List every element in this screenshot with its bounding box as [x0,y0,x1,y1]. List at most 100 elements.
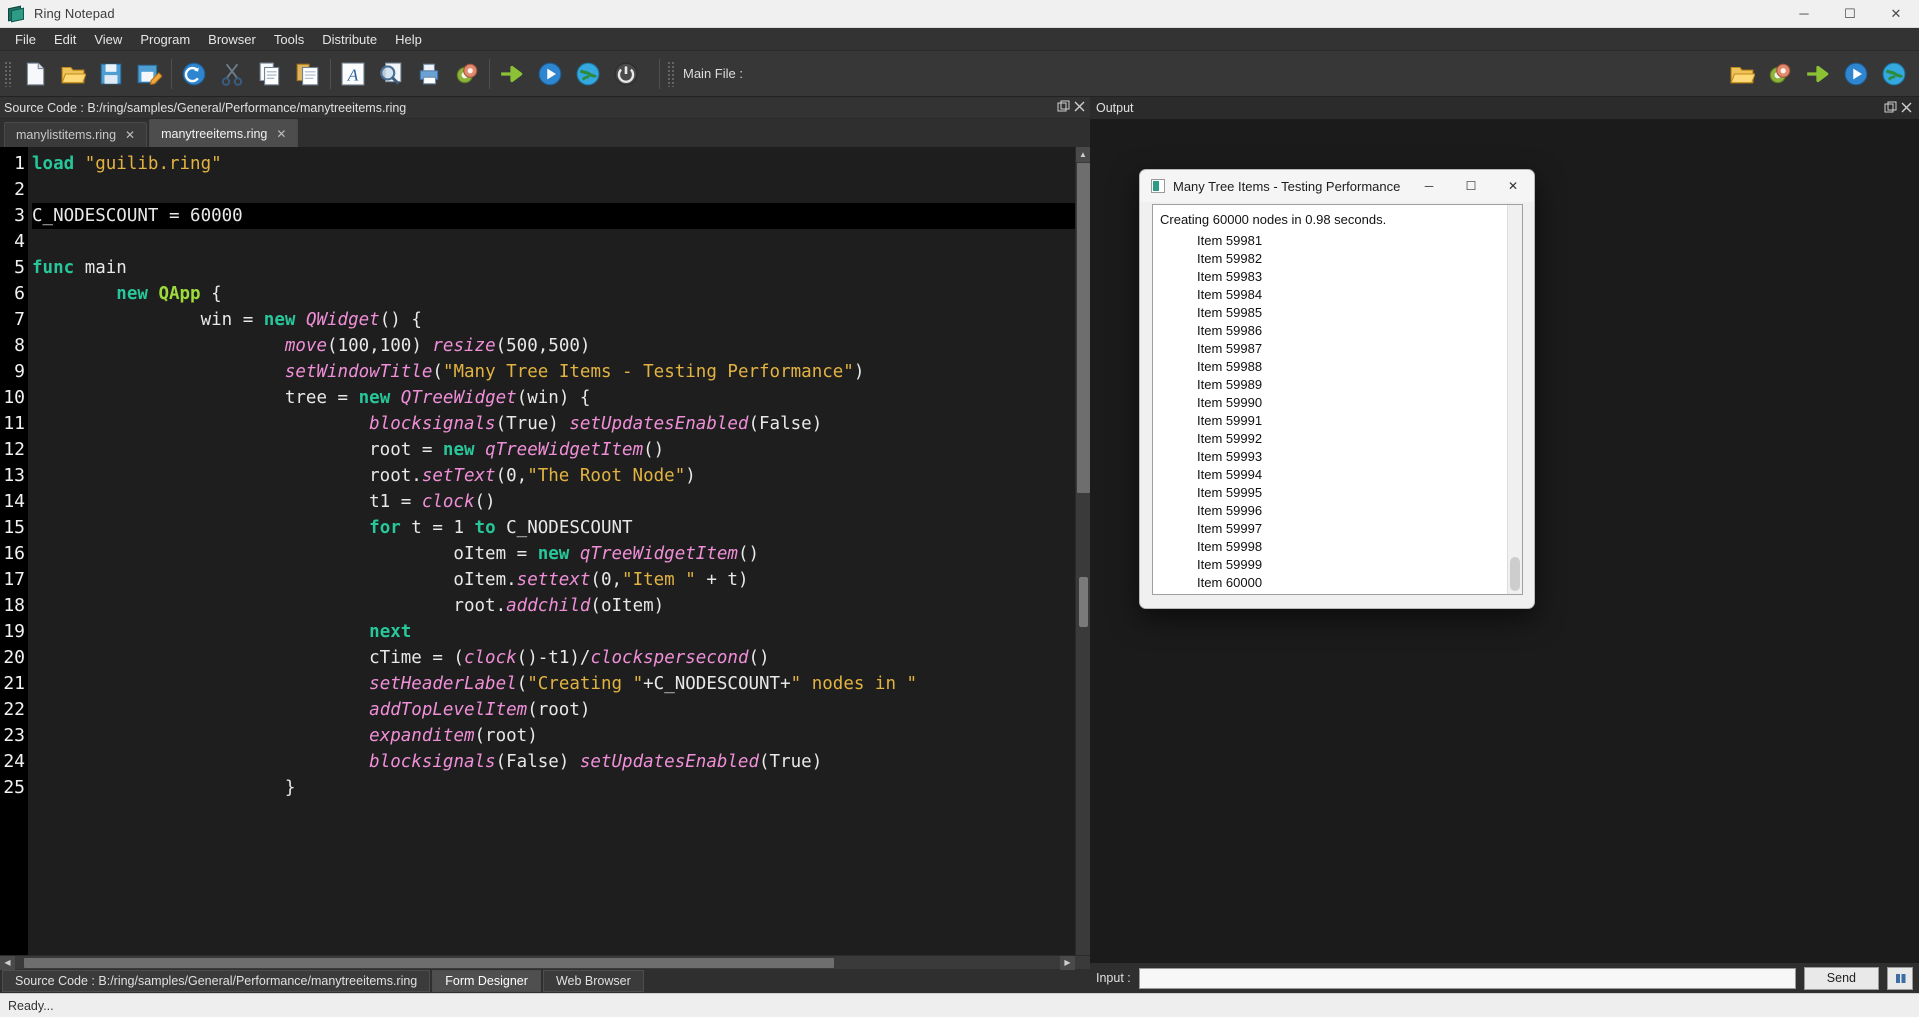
code-line[interactable]: func main [32,255,1090,281]
new-file-icon[interactable] [16,54,54,94]
code-line[interactable]: for t = 1 to C_NODESCOUNT [32,515,1090,541]
tree-item[interactable]: Item 59981 [1197,232,1522,250]
tree-item[interactable]: Item 59992 [1197,430,1522,448]
window-close-button[interactable]: ✕ [1873,0,1919,28]
menu-distribute[interactable]: Distribute [313,30,386,49]
save-icon[interactable] [92,54,130,94]
tree-item[interactable]: Item 59993 [1197,448,1522,466]
code-line[interactable]: new QApp { [32,281,1090,307]
scroll-left-arrow[interactable]: ◀ [0,955,15,970]
window-minimize-button[interactable]: ─ [1781,0,1827,28]
code-line[interactable]: win = new QWidget() { [32,307,1090,333]
settings-gear-icon[interactable] [1761,54,1799,94]
paste-icon[interactable] [289,54,327,94]
tree-item[interactable]: Item 59988 [1197,358,1522,376]
tree-item[interactable]: Item 59990 [1197,394,1522,412]
editor-tab-manylistitems[interactable]: manylistitems.ring ✕ [4,122,148,147]
tree-item[interactable]: Item 59999 [1197,556,1522,574]
scroll-right-arrow[interactable]: ▶ [1060,955,1075,970]
code-line[interactable]: tree = new QTreeWidget(win) { [32,385,1090,411]
tab-close-icon[interactable]: ✕ [125,129,135,141]
tree-vertical-scrollbar[interactable] [1507,205,1522,594]
code-line[interactable]: addTopLevelItem(root) [32,697,1090,723]
scroll-thumb[interactable] [1077,163,1090,493]
font-icon[interactable]: A [334,54,372,94]
close-pane-icon[interactable] [1073,100,1086,113]
toolbar-grip[interactable] [4,60,13,87]
tree-item[interactable]: Item 59983 [1197,268,1522,286]
bottom-tab-web-browser[interactable]: Web Browser [542,970,644,992]
scroll-thumb-secondary[interactable] [1079,577,1088,627]
cut-icon[interactable] [213,54,251,94]
menu-program[interactable]: Program [131,30,199,49]
code-text-area[interactable]: load "guilib.ring" C_NODESCOUNT = 60000 … [28,147,1090,955]
dialog-minimize-button[interactable]: ─ [1408,170,1450,202]
goto-arrow-icon[interactable] [1799,54,1837,94]
code-line[interactable]: setWindowTitle("Many Tree Items - Testin… [32,359,1090,385]
tree-item[interactable]: Item 59984 [1197,286,1522,304]
code-line[interactable]: next [32,619,1090,645]
tree-widget[interactable]: Creating 60000 nodes in 0.98 seconds. It… [1152,204,1523,595]
mainfile-grip[interactable] [667,60,676,87]
tree-item[interactable]: Item 59986 [1197,322,1522,340]
print-icon[interactable] [410,54,448,94]
code-line[interactable]: setHeaderLabel("Creating "+C_NODESCOUNT+… [32,671,1090,697]
hscroll-thumb[interactable] [24,958,834,968]
tree-item[interactable]: Item 59997 [1197,520,1522,538]
tree-item[interactable]: Item 59989 [1197,376,1522,394]
code-line[interactable] [32,177,1090,203]
code-editor[interactable]: 1 2 3 4 5 6 7 8 9 10 11 12 13 14 15 16 17 18 19 20 21 22 23 24 2… [0,147,1090,955]
power-icon[interactable] [607,54,645,94]
web-globe-icon[interactable] [1875,54,1913,94]
copy-icon[interactable] [251,54,289,94]
tree-item[interactable]: Item 59995 [1197,484,1522,502]
menu-view[interactable]: View [85,30,131,49]
menu-tools[interactable]: Tools [265,30,313,49]
settings-gear-icon[interactable] [448,54,486,94]
open-folder-icon[interactable] [1723,54,1761,94]
code-line[interactable]: root.addchild(oItem) [32,593,1090,619]
tree-item[interactable]: Item 59987 [1197,340,1522,358]
menu-edit[interactable]: Edit [45,30,85,49]
dialog-maximize-button[interactable]: ☐ [1450,170,1492,202]
many-tree-items-dialog[interactable]: Many Tree Items - Testing Performance ─ … [1139,169,1535,609]
code-line[interactable]: blocksignals(True) setUpdatesEnabled(Fal… [32,411,1090,437]
editor-horizontal-scrollbar[interactable]: ◀ ▶ [0,955,1090,970]
code-line[interactable]: cTime = (clock()-t1)/clockspersecond() [32,645,1090,671]
menu-browser[interactable]: Browser [199,30,265,49]
tree-scroll-thumb[interactable] [1510,557,1520,591]
float-pane-icon[interactable] [1884,101,1897,114]
output-input-field[interactable] [1138,967,1796,989]
run-play-icon[interactable] [531,54,569,94]
close-pane-icon[interactable] [1900,101,1913,114]
run-play-icon[interactable] [1837,54,1875,94]
tree-item[interactable]: Item 59985 [1197,304,1522,322]
send-button[interactable]: Send [1803,966,1879,990]
code-line[interactable]: oItem = new qTreeWidgetItem() [32,541,1090,567]
tree-item[interactable]: Item 59998 [1197,538,1522,556]
bottom-tab-source-code[interactable]: Source Code : B:/ring/samples/General/Pe… [2,970,431,992]
editor-vertical-scrollbar[interactable]: ▲ [1075,147,1090,955]
code-line[interactable]: root = new qTreeWidgetItem() [32,437,1090,463]
code-line[interactable]: root.setText(0,"The Root Node") [32,463,1090,489]
tree-item[interactable]: Item 59991 [1197,412,1522,430]
code-line[interactable]: expanditem(root) [32,723,1090,749]
dialog-close-button[interactable]: ✕ [1492,170,1534,202]
save-as-icon[interactable] [130,54,168,94]
editor-tab-manytreeitems[interactable]: manytreeitems.ring ✕ [149,119,299,147]
menu-help[interactable]: Help [386,30,431,49]
float-pane-icon[interactable] [1057,100,1070,113]
code-line[interactable]: } [32,775,1090,801]
tree-item[interactable]: Item 59994 [1197,466,1522,484]
open-folder-icon[interactable] [54,54,92,94]
code-line[interactable]: move(100,100) resize(500,500) [32,333,1090,359]
scroll-up-arrow[interactable]: ▲ [1076,147,1090,162]
code-line[interactable] [32,229,1090,255]
tree-item[interactable]: Item 59982 [1197,250,1522,268]
window-maximize-button[interactable]: ☐ [1827,0,1873,28]
tree-item[interactable]: Item 60000 [1197,574,1522,592]
code-line[interactable]: t1 = clock() [32,489,1090,515]
tab-close-icon[interactable]: ✕ [276,128,286,140]
menu-file[interactable]: File [6,30,45,49]
code-line[interactable]: C_NODESCOUNT = 60000 [32,203,1090,229]
